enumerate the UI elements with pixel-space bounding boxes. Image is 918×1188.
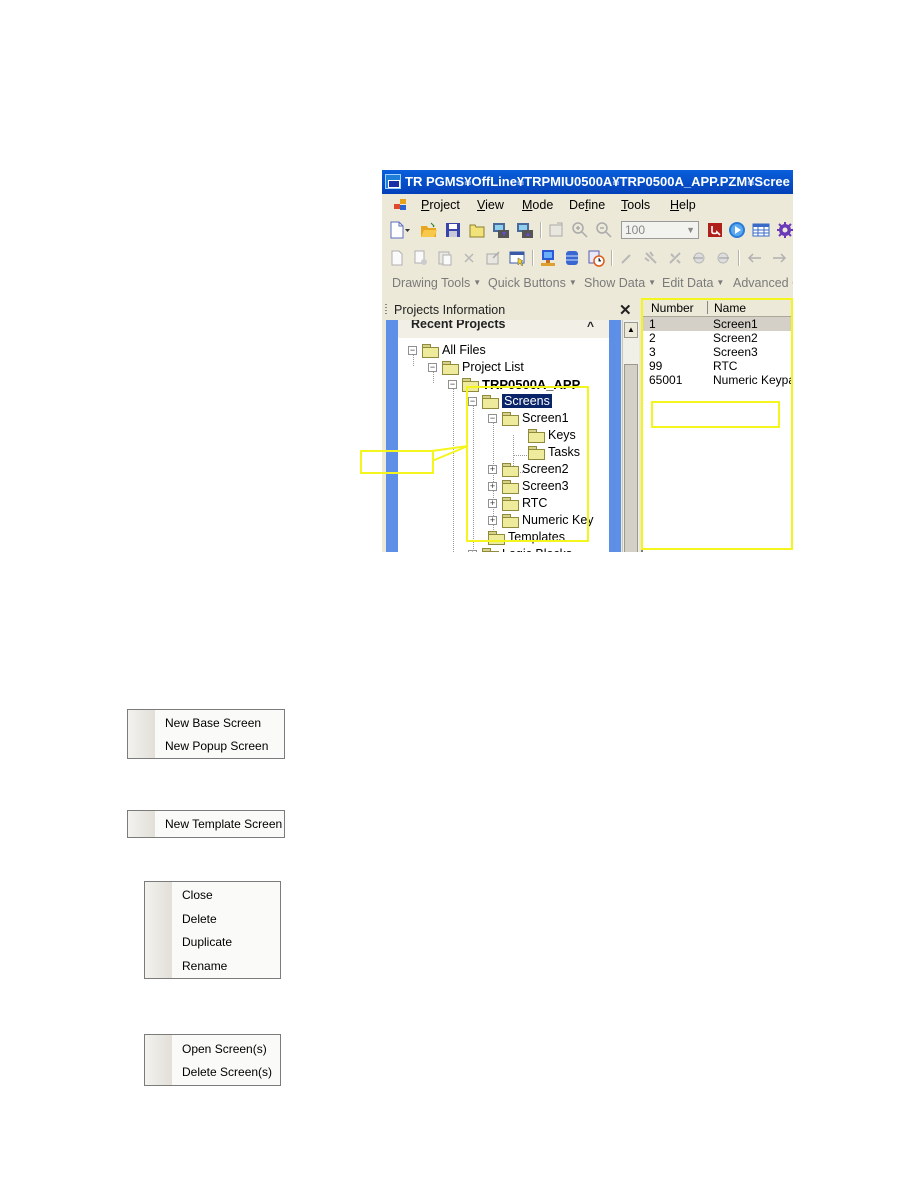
- menu-icon-gutter: [128, 710, 155, 758]
- tool-c-icon[interactable]: [690, 249, 708, 267]
- menu-mode[interactable]: Mode: [522, 198, 553, 212]
- menu-item-open-screens[interactable]: Open Screen(s): [182, 1042, 267, 1056]
- folder-icon: [422, 344, 439, 358]
- collapse-toggle[interactable]: −: [448, 380, 457, 389]
- chevron-down-icon: ▼: [648, 278, 657, 287]
- chevron-down-icon: ▼: [568, 278, 577, 287]
- tool-a-icon[interactable]: [642, 249, 660, 267]
- quick-buttons-dropdown[interactable]: Quick Buttons ▼: [488, 276, 577, 290]
- zoom-in-icon[interactable]: [571, 221, 589, 239]
- table-icon[interactable]: [752, 221, 770, 239]
- show-data-dropdown[interactable]: Show Data ▼: [584, 276, 656, 290]
- copy-screen-icon[interactable]: [412, 249, 430, 267]
- scroll-thumb[interactable]: [624, 364, 638, 552]
- toolbar-separator: [532, 250, 534, 266]
- menu-item-delete-screens[interactable]: Delete Screen(s): [182, 1065, 272, 1079]
- menu-item-new-template-screen[interactable]: New Template Screen: [165, 817, 282, 831]
- drawing-tools-dropdown[interactable]: Drawing Tools ▼: [392, 276, 481, 290]
- record-icon[interactable]: [706, 221, 724, 239]
- panel-title: Projects Information: [394, 303, 506, 317]
- title-bar: TR PGMS¥OffLine¥TRPMIU0500A¥TRP0500A_APP…: [382, 170, 793, 194]
- menu-icon-gutter: [145, 882, 172, 978]
- edit-icon[interactable]: [484, 249, 502, 267]
- forward-arrow-icon[interactable]: [770, 249, 788, 267]
- zoom-out-icon[interactable]: [595, 221, 613, 239]
- settings-gear-icon[interactable]: [776, 221, 793, 239]
- main-toolbar: 100 ▼: [382, 217, 793, 243]
- close-icon[interactable]: ✕: [619, 301, 632, 319]
- recent-projects-header[interactable]: Recent Projects ^: [398, 320, 609, 338]
- menu-item-close[interactable]: Close: [182, 888, 213, 902]
- panel-header: Projects Information ✕: [382, 300, 639, 320]
- expand-toggle[interactable]: +: [468, 550, 477, 552]
- new-dropdown-arrow-icon[interactable]: [404, 221, 412, 239]
- menu-item-new-popup-screen[interactable]: New Popup Screen: [165, 739, 268, 753]
- annotation-callout-pointer: [431, 445, 469, 462]
- templates-context-menu: New Template Screen: [127, 810, 285, 838]
- run-icon[interactable]: [728, 221, 746, 239]
- toolbar-separator: [611, 250, 613, 266]
- menu-item-duplicate[interactable]: Duplicate: [182, 935, 232, 949]
- menu-item-new-base-screen[interactable]: New Base Screen: [165, 716, 261, 730]
- network-icon[interactable]: [539, 249, 557, 267]
- save-icon[interactable]: [444, 221, 462, 239]
- folder-icon: [442, 361, 459, 375]
- system-menu-icon[interactable]: [394, 199, 406, 210]
- menu-help[interactable]: Help: [670, 198, 696, 212]
- folder-icon: [482, 548, 499, 552]
- group-toolbar: Drawing Tools ▼ Quick Buttons ▼ Show Data ▼…: [382, 272, 793, 294]
- menu-view[interactable]: View: [477, 198, 504, 212]
- app-icon: [385, 174, 401, 189]
- tree-line: [453, 384, 454, 552]
- advanced-dropdown[interactable]: Advanced C: [733, 276, 793, 290]
- screens-context-menu: New Base Screen New Popup Screen: [127, 709, 285, 759]
- edit-toolbar: [382, 245, 793, 271]
- wand-icon[interactable]: [618, 249, 636, 267]
- annotation-callout-box-right: [651, 401, 780, 428]
- edit-data-dropdown[interactable]: Edit Data ▼: [662, 276, 724, 290]
- open-folder-icon[interactable]: [420, 221, 438, 239]
- vertical-scrollbar[interactable]: ▲: [622, 320, 639, 552]
- menu-icon-gutter: [128, 811, 155, 837]
- menu-item-rename[interactable]: Rename: [182, 959, 227, 973]
- menu-item-delete[interactable]: Delete: [182, 912, 217, 926]
- tool-d-icon[interactable]: [714, 249, 732, 267]
- menu-icon-gutter: [145, 1035, 172, 1085]
- chevron-down-icon: ▼: [716, 278, 725, 287]
- zoom-level-combo[interactable]: 100 ▼: [621, 221, 699, 239]
- chevron-down-icon[interactable]: ▼: [686, 222, 695, 238]
- menu-bar: Project View Mode Define Tools Help: [382, 194, 793, 216]
- toolbar-separator: [738, 250, 740, 266]
- new-screen-icon[interactable]: [388, 249, 406, 267]
- tool-b-icon[interactable]: [666, 249, 684, 267]
- menu-project[interactable]: Project: [421, 198, 460, 212]
- folder-icon[interactable]: [468, 221, 486, 239]
- menu-tools[interactable]: Tools: [621, 198, 650, 212]
- toolbar-separator: [540, 222, 542, 238]
- annotation-callout-box-left: [360, 450, 434, 474]
- window-select-icon[interactable]: [508, 249, 526, 267]
- delete-x-icon[interactable]: [460, 249, 478, 267]
- panel-border-left: [386, 320, 398, 552]
- collapse-chevron-icon[interactable]: ^: [587, 320, 594, 333]
- chevron-down-icon: ▼: [473, 278, 482, 287]
- collapse-toggle[interactable]: −: [408, 346, 417, 355]
- screen-item-context-menu: Close Delete Duplicate Rename: [144, 881, 281, 979]
- panel-border-right: [609, 320, 621, 552]
- upload-icon[interactable]: [516, 221, 534, 239]
- menu-define[interactable]: Define: [569, 198, 605, 212]
- scroll-up-arrow-icon[interactable]: ▲: [624, 322, 638, 338]
- database-icon[interactable]: [563, 249, 581, 267]
- zoom-level-value: 100: [625, 223, 646, 237]
- paste-icon[interactable]: [436, 249, 454, 267]
- window-title: TR PGMS¥OffLine¥TRPMIU0500A¥TRP0500A_APP…: [405, 174, 790, 189]
- annotation-screens-folder-highlight: [466, 386, 589, 542]
- screen-list-context-menu: Open Screen(s) Delete Screen(s): [144, 1034, 281, 1086]
- download-icon[interactable]: [492, 221, 510, 239]
- scheduler-clock-icon[interactable]: [587, 249, 605, 267]
- properties-icon[interactable]: [547, 221, 565, 239]
- collapse-toggle[interactable]: −: [428, 363, 437, 372]
- back-arrow-icon[interactable]: [746, 249, 764, 267]
- drag-grip-icon[interactable]: [385, 304, 387, 316]
